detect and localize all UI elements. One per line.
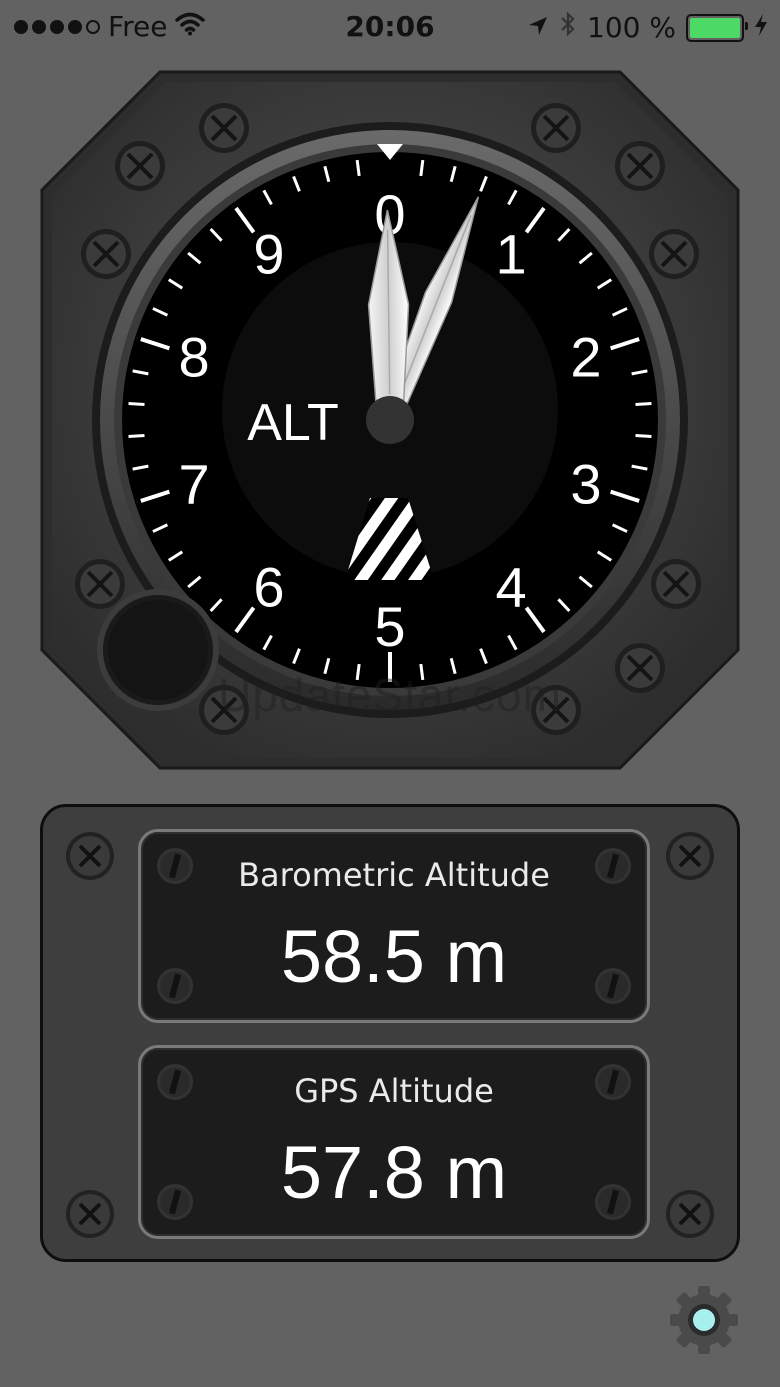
screw-icon xyxy=(115,141,165,191)
location-arrow-icon xyxy=(527,11,549,44)
altimeter-dial: 0123456789 ALT xyxy=(40,70,740,770)
screw-icon xyxy=(66,832,114,880)
screw-icon xyxy=(666,1190,714,1238)
screw-icon xyxy=(666,832,714,880)
gps-altitude-label: GPS Altitude xyxy=(294,1072,494,1110)
dial-tick xyxy=(128,402,145,407)
battery-percent: 100 % xyxy=(587,11,676,44)
battery-icon xyxy=(686,13,748,42)
screw-icon xyxy=(75,559,125,609)
gps-altitude-readout: GPS Altitude 57.8 m xyxy=(138,1045,650,1239)
dial-tick xyxy=(419,159,425,177)
screw-icon xyxy=(81,229,131,279)
dial-label: ALT xyxy=(247,394,339,452)
screw-icon xyxy=(649,229,699,279)
dial-number: 4 xyxy=(496,556,527,619)
dial-tick xyxy=(635,433,652,438)
altimeter-gauge: 0123456789 ALT xyxy=(40,70,740,770)
dial-number: 3 xyxy=(570,453,601,516)
dial-tick xyxy=(355,159,361,177)
gps-altitude-value: 57.8 m xyxy=(280,1131,508,1214)
dial-tick xyxy=(635,402,652,407)
screw-icon xyxy=(66,1190,114,1238)
status-bar: Free 20:06 100 % xyxy=(0,0,780,54)
dial-number: 8 xyxy=(179,325,210,388)
dial-number: 5 xyxy=(374,595,405,658)
screw-icon xyxy=(199,103,249,153)
screw-icon xyxy=(651,559,701,609)
barometric-altitude-label: Barometric Altitude xyxy=(238,856,550,894)
hand-hub xyxy=(366,396,414,444)
dial-number: 2 xyxy=(570,325,601,388)
barometric-altitude-value: 58.5 m xyxy=(280,915,508,998)
dial-number: 7 xyxy=(179,453,210,516)
barometric-altitude-readout: Barometric Altitude 58.5 m xyxy=(138,829,650,1023)
gear-icon xyxy=(670,1286,738,1354)
charging-bolt-icon xyxy=(754,11,768,44)
bluetooth-icon xyxy=(559,10,577,45)
settings-button[interactable] xyxy=(668,1284,740,1356)
dial-number: 9 xyxy=(253,222,284,285)
screw-icon xyxy=(531,103,581,153)
altitude-readout-panel: Barometric Altitude 58.5 m GPS Altitude … xyxy=(40,804,740,1262)
status-bar-right: 100 % xyxy=(527,10,768,45)
screw-icon xyxy=(615,141,665,191)
dial-tick xyxy=(128,433,145,438)
watermark: UpdateStar.com xyxy=(218,669,562,721)
dial-number: 1 xyxy=(496,222,527,285)
dial-number: 6 xyxy=(253,556,284,619)
